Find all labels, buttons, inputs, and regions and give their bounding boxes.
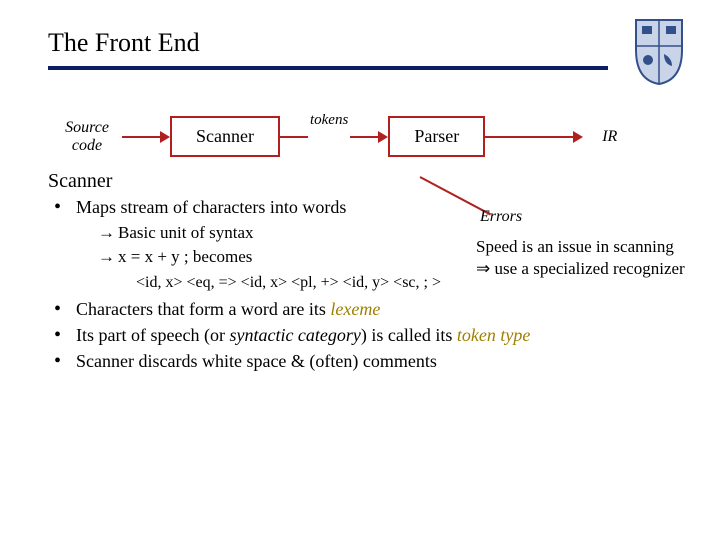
arrow-scanner-to-parser: tokens bbox=[280, 128, 388, 145]
source-code-label: Source code bbox=[52, 119, 122, 155]
pipeline-diagram: Source code Scanner tokens Parser IR bbox=[52, 116, 680, 157]
bullet-whitespace: Scanner discards white space & (often) c… bbox=[48, 349, 680, 373]
section-head-scanner: Scanner bbox=[48, 169, 680, 193]
crest-icon bbox=[632, 16, 686, 91]
aside-line2: ⇒ use a specialized recognizer bbox=[476, 258, 690, 280]
arrow-parser-to-errors bbox=[420, 176, 508, 178]
tokens-label: tokens bbox=[310, 112, 348, 129]
title-rule bbox=[48, 66, 608, 70]
bullet-token-type: Its part of speech (or syntactic categor… bbox=[48, 323, 680, 347]
ir-label: IR bbox=[583, 128, 617, 146]
arrow-parser-to-ir bbox=[485, 131, 583, 143]
parser-box: Parser bbox=[388, 116, 485, 157]
speed-aside: Speed is an issue in scanning ⇒ use a sp… bbox=[476, 236, 690, 280]
slide-title: The Front End bbox=[48, 28, 680, 58]
scanner-box: Scanner bbox=[170, 116, 280, 157]
arrow-source-to-scanner bbox=[122, 131, 170, 143]
aside-line1: Speed is an issue in scanning bbox=[476, 236, 690, 258]
bullet-lexeme: Characters that form a word are its lexe… bbox=[48, 297, 680, 321]
